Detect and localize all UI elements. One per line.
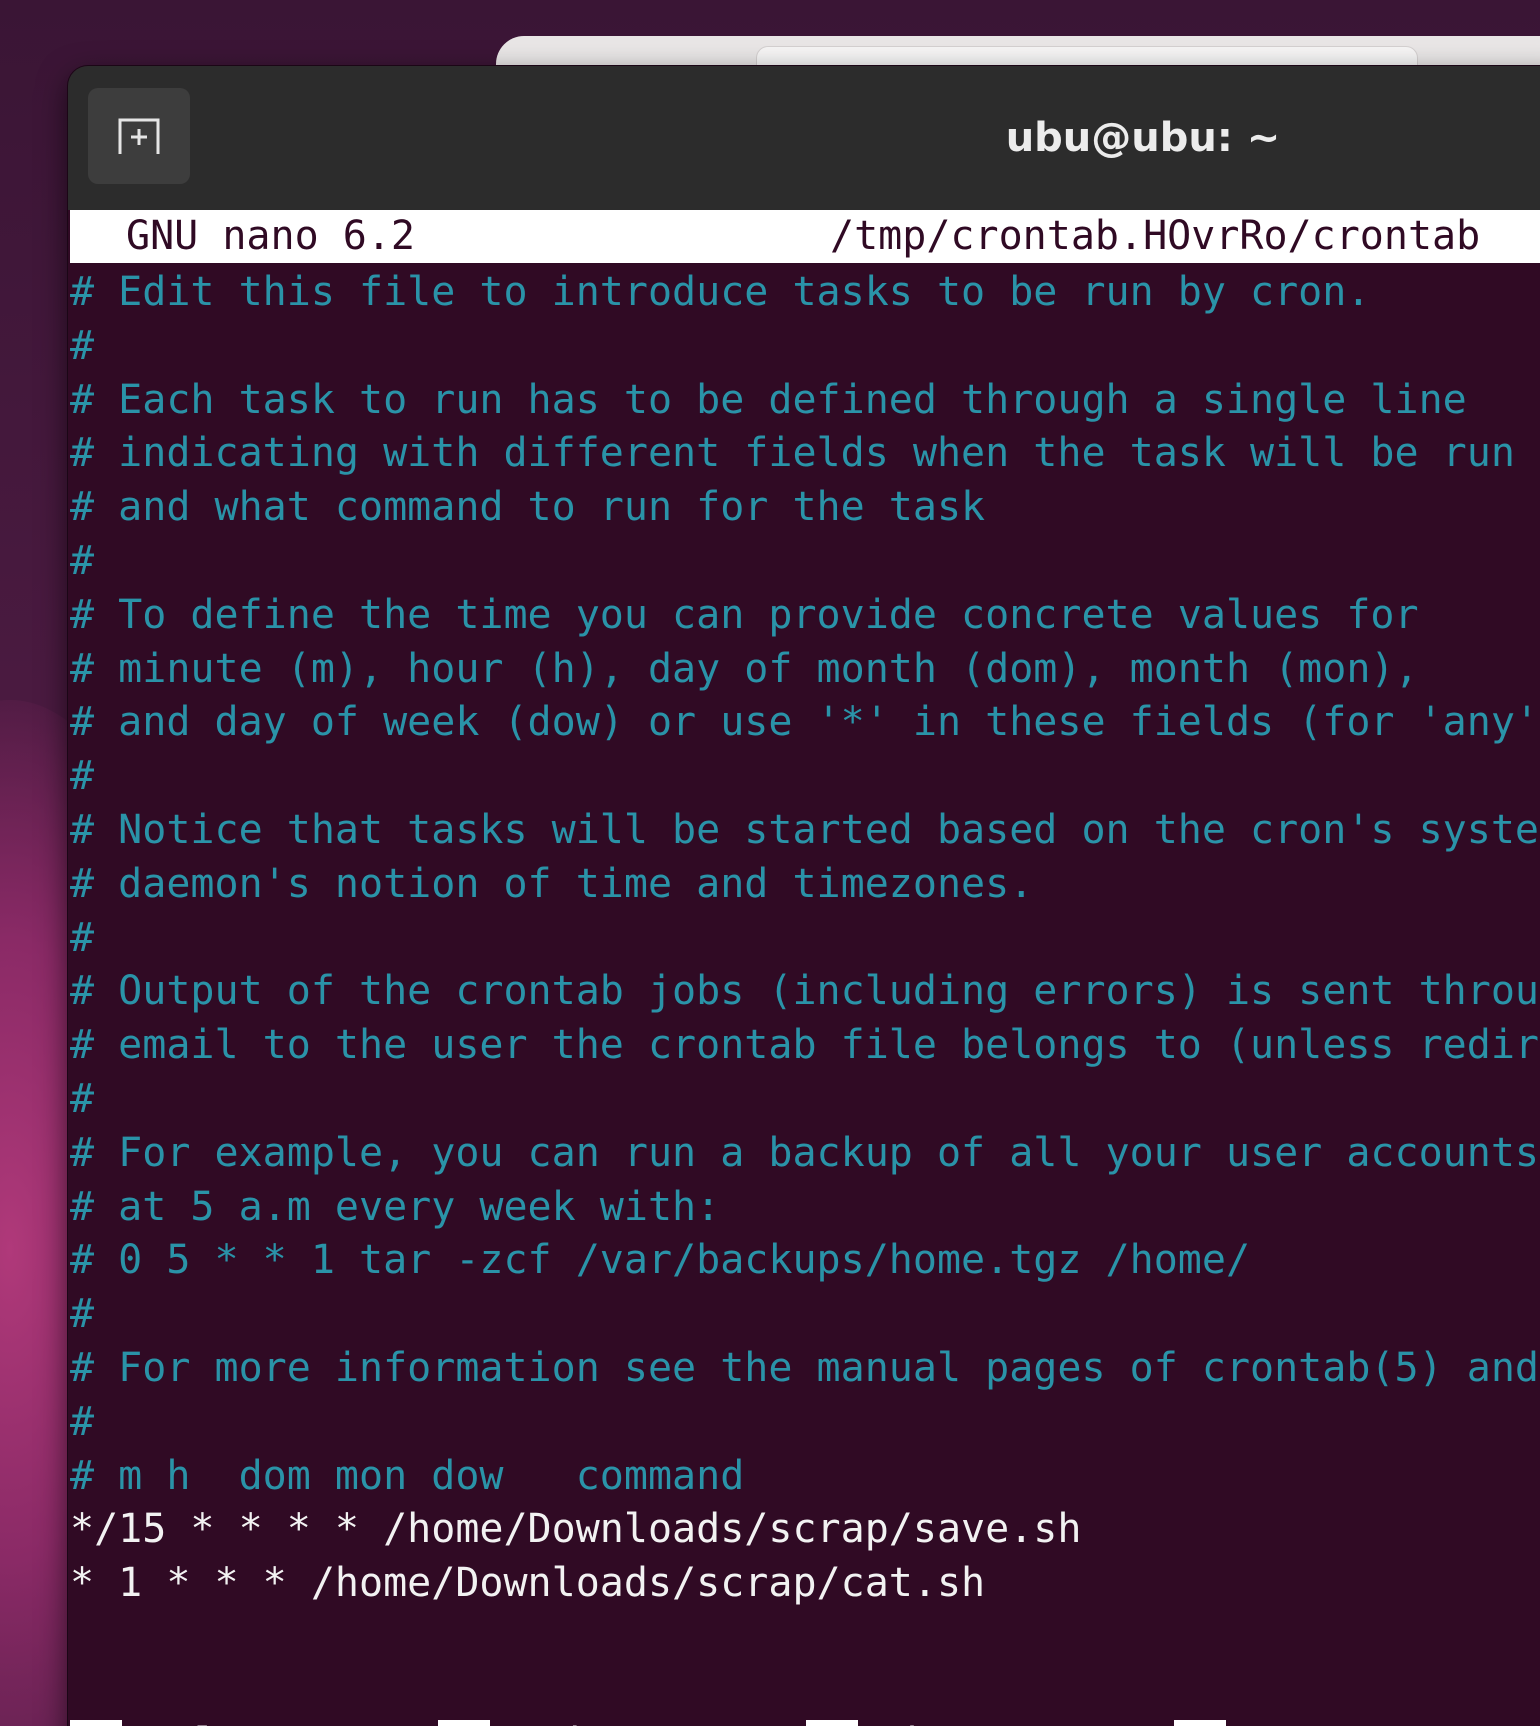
shortcut-label: Write Out [514, 1720, 731, 1726]
editor-line[interactable]: # [70, 1396, 1540, 1450]
editor-line[interactable]: # For example, you can run a backup of a… [70, 1127, 1540, 1181]
window-title: ubu@ubu: ~ [1005, 115, 1281, 161]
shortcut-where-is[interactable]: ^W Where Is [806, 1716, 1075, 1726]
editor-line[interactable]: # m h dom mon dow command [70, 1450, 1540, 1504]
editor-line[interactable]: # and day of week (dow) or use '*' in th… [70, 696, 1540, 750]
editor-line[interactable]: # [70, 535, 1540, 589]
shortcut-key: ^W [806, 1720, 859, 1726]
nano-shortcut-bar: ^G Help ^O Write Out ^W Where Is ^K Cut [70, 1716, 1540, 1726]
terminal-titlebar[interactable]: ubu@ubu: ~ [68, 66, 1540, 210]
editor-text-area[interactable]: # Edit this file to introduce tasks to b… [70, 266, 1540, 1665]
editor-line[interactable]: # Output of the crontab jobs (including … [70, 965, 1540, 1019]
shortcut-key: ^G [70, 1720, 123, 1726]
nano-filename: /tmp/crontab.HOvrRo/crontab [830, 213, 1481, 259]
editor-line[interactable]: # [70, 750, 1540, 804]
shortcut-label: Where Is [882, 1720, 1075, 1726]
editor-line[interactable]: # daemon's notion of time and timezones. [70, 858, 1540, 912]
editor-line[interactable]: # and what command to run for the task [70, 481, 1540, 535]
editor-line[interactable]: # [70, 1073, 1540, 1127]
shortcut-write-out[interactable]: ^O Write Out [438, 1716, 731, 1726]
shortcut-label: Cut [1250, 1720, 1322, 1726]
shortcut-key: ^K [1174, 1720, 1227, 1726]
editor-line[interactable]: # [70, 912, 1540, 966]
editor-line[interactable]: # [70, 320, 1540, 374]
editor-line[interactable]: # indicating with different fields when … [70, 427, 1540, 481]
desktop-background: ubu@ubu: ~ GNU nano 6.2 /tmp/crontab.HOv… [0, 0, 1540, 1726]
editor-line[interactable]: # To define the time you can provide con… [70, 589, 1540, 643]
editor-line[interactable]: # email to the user the crontab file bel… [70, 1019, 1540, 1073]
editor-line[interactable]: # Notice that tasks will be started base… [70, 804, 1540, 858]
editor-line[interactable]: # For more information see the manual pa… [70, 1342, 1540, 1396]
shortcut-label: Help [146, 1720, 242, 1726]
editor-line[interactable]: # minute (m), hour (h), day of month (do… [70, 643, 1540, 697]
terminal-window[interactable]: ubu@ubu: ~ GNU nano 6.2 /tmp/crontab.HOv… [68, 66, 1540, 1726]
editor-line[interactable]: # [70, 1288, 1540, 1342]
shortcut-cut[interactable]: ^K Cut [1174, 1716, 1323, 1726]
shortcut-key: ^O [438, 1720, 491, 1726]
editor-line[interactable]: # 0 5 * * 1 tar -zcf /var/backups/home.t… [70, 1234, 1540, 1288]
editor-line[interactable] [70, 1611, 1540, 1665]
editor-line[interactable]: * 1 * * * /home/Downloads/scrap/cat.sh [70, 1557, 1540, 1611]
editor-line[interactable]: */15 * * * * /home/Downloads/scrap/save.… [70, 1503, 1540, 1557]
nano-header-bar: GNU nano 6.2 /tmp/crontab.HOvrRo/crontab [70, 210, 1540, 263]
nano-version: GNU nano 6.2 [126, 213, 415, 259]
shortcut-help[interactable]: ^G Help [70, 1716, 243, 1726]
editor-line[interactable]: # Edit this file to introduce tasks to b… [70, 266, 1540, 320]
editor-line[interactable]: # at 5 a.m every week with: [70, 1181, 1540, 1235]
editor-line[interactable]: # Each task to run has to be defined thr… [70, 374, 1540, 428]
